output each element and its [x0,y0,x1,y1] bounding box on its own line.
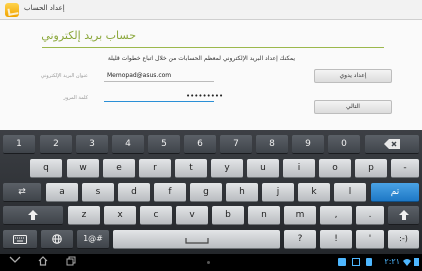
language-key[interactable] [41,230,73,249]
done-key[interactable]: تم [371,183,419,202]
key-f[interactable]: f [154,183,186,202]
shift-arrow-icon [28,210,38,220]
key-l[interactable]: l [334,183,366,202]
key-x[interactable]: x [104,206,136,225]
key-m[interactable]: m [284,206,316,225]
chevron-down-icon [9,256,21,263]
backspace-icon [384,139,400,149]
key-j[interactable]: j [262,183,294,202]
key-2[interactable]: 2 [40,135,72,154]
key-r[interactable]: r [139,159,171,178]
action-bar-title: إعداد الحساب [24,4,65,12]
intro-text: يمكنك إعداد البريد الإلكتروني لمعظم الحس… [107,55,295,62]
home-button[interactable] [36,256,50,268]
home-icon [38,256,48,266]
key-0[interactable]: 0 [328,135,360,154]
key-d[interactable]: d [118,183,150,202]
key-h[interactable]: h [226,183,258,202]
key-c[interactable]: c [140,206,172,225]
key-g[interactable]: g [190,183,222,202]
password-label: كلمة المرور [63,95,88,101]
keyboard-icon [13,235,27,244]
storage-icon [366,258,372,266]
key-a[interactable]: a [46,183,78,202]
key-v[interactable]: v [176,206,208,225]
keyboard-settings-key[interactable] [3,230,37,249]
email-label: عنوان البريد الإلكتروني [40,73,88,79]
manual-setup-button[interactable]: إعداد يدوي [314,69,392,83]
symbols-key[interactable]: 1@# [77,230,109,249]
key-k[interactable]: k [298,183,330,202]
key-comma[interactable]: , [320,206,352,225]
shift-key-right[interactable] [388,206,419,225]
key-i[interactable]: i [283,159,315,178]
key-period[interactable]: . [356,206,384,225]
key-dash[interactable]: - [391,159,419,178]
key-b[interactable]: b [212,206,244,225]
account-setup-panel: حساب بريد إلكتروني يمكنك إعداد البريد ال… [0,20,422,130]
space-bar-icon [184,238,209,244]
key-q[interactable]: q [30,159,62,178]
battery-icon [414,258,419,266]
clock: ٢:٢١ [384,257,400,266]
key-3[interactable]: 3 [76,135,108,154]
key-z[interactable]: z [68,206,100,225]
email-field-underline [104,81,214,82]
title-divider [42,47,384,48]
password-field-underline [104,101,214,102]
key-n[interactable]: n [248,206,280,225]
nav-dot [207,261,210,264]
key-6[interactable]: 6 [184,135,216,154]
next-button[interactable]: التالي [314,100,392,114]
wifi-icon [403,259,411,266]
smiley-key[interactable]: :-) [388,230,419,249]
key-u[interactable]: u [247,159,279,178]
key-t[interactable]: t [175,159,207,178]
key-w[interactable]: w [67,159,99,178]
screen: إعداد الحساب حساب بريد إلكتروني يمكنك إع… [0,0,422,271]
key-exclamation[interactable]: ! [320,230,352,249]
action-bar: إعداد الحساب [0,0,422,20]
recent-apps-icon [66,256,76,266]
shift-key-left[interactable] [3,206,63,225]
onscreen-keyboard: 1 2 3 4 5 6 7 8 9 0 q w e r t y u i o p … [0,130,422,254]
screenshot-icon [352,258,360,266]
page-title: حساب بريد إلكتروني [41,29,136,42]
shift-arrow-icon [398,210,409,220]
recent-apps-button[interactable] [64,256,78,268]
key-p[interactable]: p [355,159,387,178]
system-nav-bar: ٢:٢١ [0,254,422,271]
key-9[interactable]: 9 [292,135,324,154]
key-5[interactable]: 5 [148,135,180,154]
key-y[interactable]: y [211,159,243,178]
key-7[interactable]: 7 [220,135,252,154]
email-app-icon [5,3,19,17]
tab-key[interactable]: ⇄ [3,183,41,202]
key-apostrophe[interactable]: ' [356,230,384,249]
backspace-key[interactable] [365,135,419,154]
space-key[interactable] [113,230,280,249]
password-field[interactable]: ••••••••• [186,92,223,100]
key-4[interactable]: 4 [112,135,144,154]
key-1[interactable]: 1 [3,135,35,154]
hide-keyboard-button[interactable] [8,256,22,268]
email-field[interactable]: Memopad@asus.com [107,72,171,79]
notification-icon [338,258,346,266]
key-o[interactable]: o [319,159,351,178]
globe-icon [52,234,62,244]
key-8[interactable]: 8 [256,135,288,154]
key-question[interactable]: ? [284,230,316,249]
key-s[interactable]: s [82,183,114,202]
key-e[interactable]: e [103,159,135,178]
